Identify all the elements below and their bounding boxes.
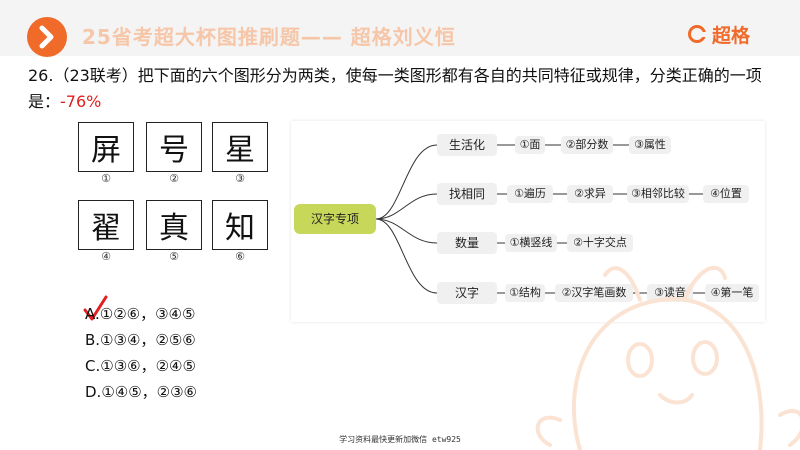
brand-mark-icon — [688, 25, 706, 43]
header-bar: 25省考超大杯图推刷题—— 超格刘义恒 超格 — [0, 0, 800, 57]
mascot-watermark — [535, 265, 800, 450]
mindmap-leaf: ②部分数 — [561, 136, 613, 154]
figure-character: 翟 — [78, 200, 134, 250]
question-text: 26.（23联考）把下面的六个图形分为两类，使每一类图形都有各自的共同特征或规律… — [28, 63, 773, 115]
option-a[interactable]: A.①②⑥，③④⑤ — [85, 303, 195, 325]
mindmap-leaf: ①遍历 — [507, 185, 553, 203]
figure-character: 知 — [212, 200, 268, 250]
figure-character: 星 — [212, 122, 268, 172]
header-arrow-badge — [27, 17, 67, 57]
figure-number: ⑤ — [169, 250, 179, 263]
figure-2: 号 ② — [146, 122, 202, 186]
character-figures: 屏 ① 号 ② 星 ③ 翟 ④ 真 ⑤ 知 ⑥ — [78, 122, 268, 272]
mindmap-root: 汉字专项 — [294, 204, 376, 234]
figure-6: 知 ⑥ — [212, 200, 268, 264]
brand-name: 超格 — [712, 24, 751, 47]
figure-3: 星 ③ — [212, 122, 268, 186]
accuracy-rate: -76% — [60, 92, 102, 111]
figure-number: ② — [169, 172, 179, 185]
mindmap-leaf: ②求异 — [567, 185, 613, 203]
figure-number: ④ — [101, 250, 111, 263]
mindmap-branch: 找相同 — [437, 183, 497, 205]
mindmap-branch: 数量 — [437, 232, 497, 254]
option-d[interactable]: D.①④⑤，②③⑥ — [85, 381, 197, 403]
footer-note: 学习资料最快更新加微信 etw925 — [339, 435, 461, 444]
header-title: 25省考超大杯图推刷题—— 超格刘义恒 — [82, 25, 456, 49]
option-b[interactable]: B.①③④，②⑤⑥ — [85, 329, 196, 351]
figure-character: 号 — [146, 122, 202, 172]
figure-number: ⑥ — [235, 250, 245, 263]
figure-4: 翟 ④ — [78, 200, 134, 264]
mindmap-branch: 生活化 — [437, 134, 497, 156]
figure-character: 真 — [146, 200, 202, 250]
option-c[interactable]: C.①③⑥，②④⑤ — [85, 355, 196, 377]
mindmap-branch: 汉字 — [437, 282, 497, 304]
chevron-right-icon — [39, 25, 54, 49]
mindmap-leaf: ①面 — [515, 136, 545, 154]
figure-number: ① — [101, 172, 111, 185]
figure-number: ③ — [235, 172, 245, 185]
mindmap-leaf: ③相邻比较 — [627, 185, 689, 203]
figure-5: 真 ⑤ — [146, 200, 202, 264]
mindmap-leaf: ③属性 — [629, 136, 671, 154]
brand-logo: 超格 — [688, 21, 750, 47]
figure-character: 屏 — [78, 122, 134, 172]
figure-1: 屏 ① — [78, 122, 134, 186]
question-stem: 26.（23联考）把下面的六个图形分为两类，使每一类图形都有各自的共同特征或规律… — [28, 66, 762, 111]
mindmap-leaf: ④位置 — [703, 185, 749, 203]
